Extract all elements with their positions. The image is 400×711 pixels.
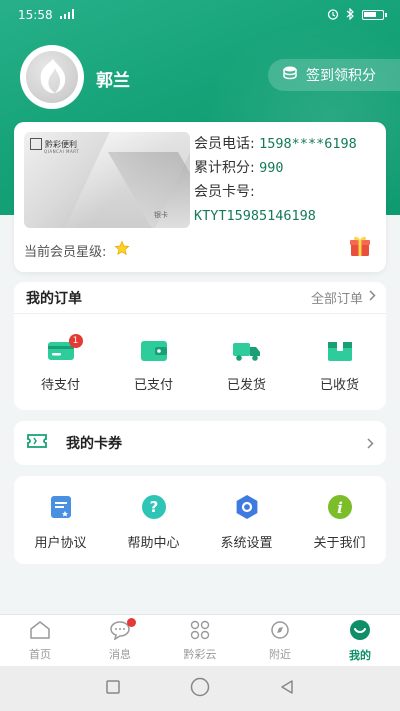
order-label: 已收货: [319, 378, 359, 393]
package-icon: [326, 339, 354, 367]
bluetooth-icon: [346, 7, 355, 23]
battery-icon: [362, 10, 387, 20]
service-label: 系统设置: [220, 536, 273, 551]
member-info: 会员电话: 1598****6198 累计积分: 990 会员卡号: KTYT1…: [194, 132, 357, 228]
tab-label: 消息: [109, 647, 131, 661]
chevron-right-icon: [367, 434, 374, 453]
help-icon: ?: [141, 494, 167, 524]
order-paid[interactable]: 已支付: [114, 340, 194, 393]
agreement-icon: [48, 494, 74, 524]
orders-panel: 我的订单 全部订单 1 待支付 已支付 已发货 已收货: [14, 282, 386, 410]
all-orders-link[interactable]: 全部订单: [311, 288, 376, 307]
recent-apps-icon[interactable]: [105, 679, 121, 699]
card-number-label: 会员卡号:: [194, 184, 255, 200]
service-label: 帮助中心: [127, 536, 180, 551]
signin-points-button[interactable]: 签到领积分: [268, 59, 400, 91]
home-circle-icon[interactable]: [190, 677, 210, 701]
status-bar: 15:58: [0, 0, 400, 30]
home-icon: [29, 620, 51, 643]
chevron-right-icon: [369, 290, 376, 305]
card-tier: 银卡: [154, 211, 168, 219]
settings-icon: [234, 494, 260, 524]
gift-icon[interactable]: [348, 234, 372, 258]
card-number-value: KTYT15985146198: [194, 208, 316, 224]
orders-title: 我的订单: [26, 290, 82, 307]
system-nav-bar: [0, 666, 400, 711]
order-label: 已支付: [133, 378, 173, 393]
service-label: 关于我们: [313, 536, 366, 551]
tab-label: 首页: [29, 647, 51, 661]
avatar[interactable]: [20, 45, 84, 109]
signin-label: 签到领积分: [306, 68, 376, 84]
alarm-icon: [327, 8, 339, 23]
order-received[interactable]: 已收货: [300, 340, 380, 393]
tab-label: 我的: [349, 648, 371, 662]
order-label: 待支付: [40, 378, 80, 393]
help-center[interactable]: ? 帮助中心: [111, 494, 197, 564]
my-coupons-row[interactable]: 我的卡券: [14, 421, 386, 465]
wallet-icon: [140, 340, 168, 366]
pending-payment-badge: 1: [68, 334, 83, 348]
system-settings[interactable]: 系统设置: [204, 494, 290, 564]
svg-text:?: ?: [149, 498, 158, 516]
star-level-label: 当前会员星级:: [24, 244, 107, 260]
order-label: 已发货: [226, 378, 266, 393]
tab-mine[interactable]: 我的: [325, 619, 395, 663]
membership-card-image[interactable]: 黔彩便利 QIANCAI MART 银卡: [24, 132, 190, 228]
notification-dot: [127, 617, 136, 627]
tab-messages[interactable]: 消息: [85, 617, 155, 662]
tab-label: 黔彩云: [183, 647, 217, 661]
tab-qiancai-cloud[interactable]: 黔彩云: [165, 620, 235, 662]
member-star-row: 当前会员星级:: [24, 240, 130, 260]
user-agreement[interactable]: 用户协议: [18, 494, 104, 564]
about-us[interactable]: i 关于我们: [297, 494, 383, 564]
phone-label: 会员电话:: [194, 136, 255, 152]
info-icon: i: [327, 494, 353, 524]
svg-text:i: i: [337, 499, 343, 517]
ticket-icon: [26, 433, 48, 453]
brand-logo-icon: [30, 138, 42, 150]
status-time: 15:58: [18, 8, 53, 22]
member-card-panel: 黔彩便利 QIANCAI MART 银卡 会员电话: 1598****6198 …: [14, 122, 386, 272]
tab-home[interactable]: 首页: [5, 620, 75, 662]
truck-icon: [232, 340, 262, 366]
bottom-tab-bar: 首页 消息 黔彩云 附近 我的: [0, 614, 400, 666]
grid-icon: [189, 620, 211, 643]
back-triangle-icon[interactable]: [279, 679, 295, 699]
tab-nearby[interactable]: 附近: [245, 620, 315, 662]
username: 郭兰: [96, 71, 130, 91]
points-label: 累计积分:: [194, 160, 255, 176]
services-panel: 用户协议 ? 帮助中心 系统设置 i 关于我们: [14, 476, 386, 564]
tab-label: 附近: [269, 647, 291, 661]
signal-icon: [59, 8, 75, 22]
service-label: 用户协议: [34, 536, 87, 551]
profile-smile-icon: [349, 619, 371, 644]
coins-icon: [282, 65, 298, 85]
order-pending-payment[interactable]: 1 待支付: [21, 334, 101, 393]
compass-icon: [269, 620, 291, 643]
phone-value: 1598****6198: [259, 136, 357, 152]
star-icon: [114, 240, 130, 260]
card-brand-en: QIANCAI MART: [44, 149, 80, 154]
flame-logo-icon: [26, 51, 78, 103]
order-shipped[interactable]: 已发货: [207, 340, 287, 393]
points-value: 990: [259, 160, 284, 176]
coupons-title: 我的卡券: [66, 436, 122, 452]
